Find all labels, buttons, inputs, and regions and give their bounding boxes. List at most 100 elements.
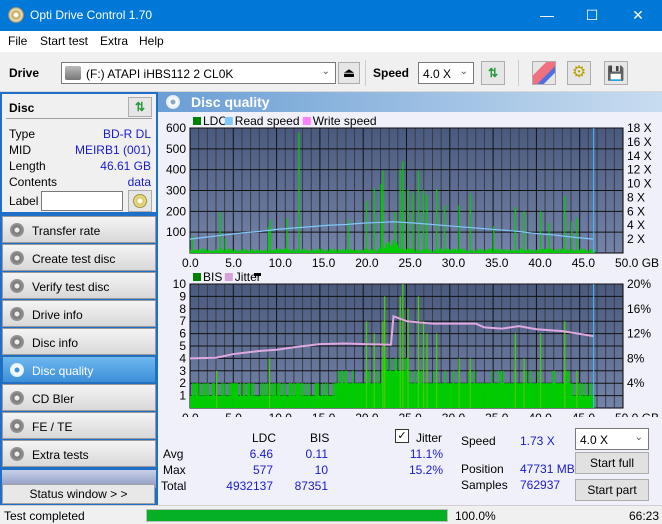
- bis-chart: BIS Jitter 12345678910 4% 8% 12% 16% 20% 0.0 5.0 1…: [173, 270, 659, 417]
- ldc-spike: [548, 222, 550, 253]
- legend-swatch: [193, 273, 201, 281]
- x-tick-label: 25.0: [399, 411, 423, 417]
- maximize-button[interactable]: ☐: [569, 0, 615, 31]
- bis-spike: [435, 333, 438, 408]
- legend-label: Jitter: [235, 270, 261, 284]
- y2-tick-label: 16 X: [627, 135, 652, 149]
- y-tick-label: 600: [166, 121, 186, 135]
- ldc-col-header: LDC: [252, 431, 277, 445]
- ldc-spike: [365, 200, 368, 253]
- ldc-spike: [576, 217, 578, 253]
- nav-disc-info[interactable]: Disc info: [2, 328, 156, 355]
- ldc-spike: [435, 189, 438, 253]
- nav-label: Transfer rate: [32, 224, 101, 238]
- bis-col-header: BIS: [310, 431, 330, 445]
- y2-tick-label: 6 X: [627, 204, 645, 218]
- status-window-button[interactable]: Status window > >: [2, 484, 155, 504]
- samples-value: 762937: [520, 478, 561, 492]
- speed-label: Speed: [373, 66, 410, 80]
- bis-spike: [523, 358, 525, 408]
- nav-extra-tests[interactable]: Extra tests: [2, 440, 156, 467]
- eject-icon: ⏏: [342, 65, 356, 80]
- nav-cd-bler[interactable]: CD Bler: [2, 384, 156, 411]
- toolbar-divider: [365, 60, 366, 86]
- max-ldc: 577: [252, 463, 273, 477]
- disc-refresh-button[interactable]: ⇅: [128, 97, 152, 117]
- x-tick-label: 30.0: [442, 411, 466, 417]
- y-tick-label: 300: [166, 184, 186, 198]
- menu-extra[interactable]: Extra: [100, 34, 128, 48]
- legend-swatch: [224, 117, 233, 125]
- total-ldc: 4932137: [226, 479, 273, 493]
- y-tick-label: 4: [179, 351, 186, 365]
- y2-tick-label: 2 X: [627, 232, 645, 246]
- nav-label: Disc quality: [32, 364, 94, 378]
- minimize-button[interactable]: —: [524, 0, 570, 31]
- ldc-spike: [407, 189, 409, 253]
- floppy-save-icon: 💾: [607, 65, 625, 81]
- legend-label: LDC: [203, 114, 227, 128]
- contents-value: data: [127, 175, 151, 189]
- position-label: Position: [461, 462, 504, 476]
- speed-value: 1.73 X: [520, 434, 555, 448]
- drive-select[interactable]: (F:) ATAPI iHBS112 2 CL0K ⌄: [61, 62, 336, 84]
- start-part-button[interactable]: Start part: [575, 479, 649, 501]
- avg-jitter: 11.1%: [409, 447, 443, 461]
- label-input[interactable]: [41, 191, 123, 211]
- nav-drive-info[interactable]: Drive info: [2, 300, 156, 327]
- bis-spike: [417, 296, 420, 408]
- bis-spike: [576, 370, 578, 408]
- nav-transfer-rate[interactable]: Transfer rate: [2, 216, 156, 243]
- label-disc-button[interactable]: [128, 190, 152, 212]
- disc-info-icon: [10, 335, 24, 349]
- y2-tick-label: 12 X: [627, 163, 652, 177]
- eject-button[interactable]: ⏏: [338, 62, 360, 84]
- nav-fe-te[interactable]: FE / TE: [2, 412, 156, 439]
- legend-swatch: [193, 117, 201, 125]
- speed-select[interactable]: 4.0 X ⌄: [418, 62, 474, 84]
- bis-spike: [407, 308, 409, 408]
- speed-value: 4.0 X: [423, 67, 452, 81]
- nav-verify-test-disc[interactable]: Verify test disc: [2, 272, 156, 299]
- start-full-button[interactable]: Start full: [575, 452, 649, 474]
- left-panel: Disc ⇅ Type BD-R DL MID MEIRB1 (001) Len…: [0, 92, 158, 505]
- x-tick-label: 0.0: [182, 411, 199, 417]
- settings-button[interactable]: ⚙: [567, 61, 591, 85]
- drive-label: Drive: [9, 66, 40, 80]
- nav-create-test-disc[interactable]: Create test disc: [2, 244, 156, 271]
- save-button[interactable]: 💾: [604, 61, 628, 85]
- verify-disc-icon: [10, 279, 24, 293]
- y2-tick-label: 20%: [627, 277, 651, 291]
- title-bar: Opti Drive Control 1.70 — ☐ ✕: [0, 0, 662, 31]
- window-title: Opti Drive Control 1.70: [30, 8, 153, 22]
- menu-file[interactable]: File: [8, 34, 27, 48]
- avg-ldc: 6.46: [249, 447, 273, 461]
- ldc-spike: [422, 190, 425, 253]
- close-button[interactable]: ✕: [615, 0, 661, 31]
- jitter-checkbox[interactable]: ✓: [395, 429, 409, 443]
- ldc-spike: [382, 170, 384, 253]
- nav-disc-quality[interactable]: Disc quality: [2, 356, 156, 383]
- test-speed-select[interactable]: 4.0 X ⌄: [575, 428, 649, 450]
- bis-spike: [458, 358, 460, 408]
- speed-label: Speed: [461, 434, 496, 448]
- refresh-button[interactable]: ⇅: [481, 61, 505, 85]
- x-tick-label: 40.0: [528, 411, 552, 417]
- ldc-spike: [373, 188, 375, 253]
- ldc-spike: [380, 184, 382, 253]
- y-tick-label: 2: [179, 376, 186, 390]
- max-bis: 10: [314, 463, 328, 477]
- erase-button[interactable]: [532, 61, 556, 85]
- menu-start-test[interactable]: Start test: [40, 34, 88, 48]
- legend-swatch: [224, 273, 233, 281]
- menu-help[interactable]: Help: [139, 34, 164, 48]
- type-value: BD-R DL: [102, 127, 151, 141]
- elapsed-time: 66:23: [629, 509, 660, 523]
- disc-info-box: Disc ⇅ Type BD-R DL MID MEIRB1 (001) Len…: [2, 94, 156, 212]
- length-value: 46.61 GB: [100, 159, 151, 173]
- total-bis: 87351: [294, 479, 328, 493]
- bis-spike: [514, 333, 517, 408]
- disc-header: Disc: [9, 101, 35, 115]
- menu-bar: File Start test Extra Help: [0, 31, 662, 52]
- y-tick-label: 8: [179, 302, 186, 316]
